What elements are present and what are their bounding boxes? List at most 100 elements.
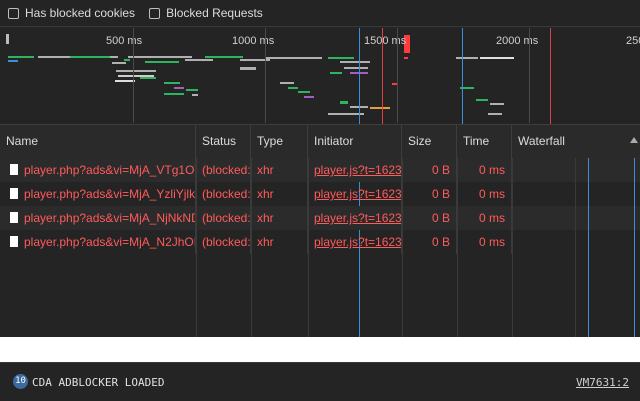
overview-bar (38, 56, 74, 58)
table-row[interactable]: player.php?ads&vi=MjA_YzliYjlkM... (bloc… (0, 182, 640, 206)
column-waterfall-label: Waterfall (518, 134, 565, 148)
column-name[interactable]: Name (0, 125, 196, 158)
request-time: 0 ms (457, 230, 512, 254)
column-divider (196, 158, 197, 337)
column-divider (308, 158, 309, 337)
overview-bar (124, 59, 130, 61)
column-type[interactable]: Type (251, 125, 308, 158)
request-initiator-link[interactable]: player.js?t=1623... (308, 158, 402, 182)
waterfall-dom-line (588, 158, 589, 337)
request-size: 0 B (402, 182, 457, 206)
tick-1000ms: 1000 ms (232, 35, 275, 47)
request-size: 0 B (402, 158, 457, 182)
column-divider (512, 158, 513, 337)
column-divider (457, 158, 458, 337)
overview-bar (6, 34, 9, 44)
request-type: xhr (251, 158, 308, 182)
table-row[interactable]: player.php?ads&vi=MjA_NjNkNDg... (blocke… (0, 206, 640, 230)
checkbox-icon (149, 7, 161, 19)
request-time: 0 ms (457, 158, 512, 182)
request-name: player.php?ads&vi=MjA_YzliYjlkM... (24, 187, 196, 201)
timeline-overview[interactable]: 500 ms 1000 ms 1500 ms 2000 ms 250 (0, 27, 640, 123)
overview-bar (456, 57, 478, 59)
overview-bar (164, 93, 184, 95)
overview-bar (280, 82, 294, 84)
request-size: 0 B (402, 206, 457, 230)
overview-bar (140, 77, 156, 79)
overview-bar (145, 61, 179, 63)
request-time: 0 ms (457, 206, 512, 230)
request-name-cell: player.php?ads&vi=MjA_NjNkNDg... (0, 206, 196, 230)
document-icon (10, 164, 18, 175)
has-blocked-cookies-checkbox[interactable]: Has blocked cookies (8, 6, 135, 20)
waterfall-dom-line (634, 158, 635, 337)
request-name: player.php?ads&vi=MjA_NjNkNDg... (24, 211, 195, 225)
overview-bar (115, 80, 135, 82)
column-waterfall[interactable]: Waterfall (512, 125, 640, 158)
load-event-line (550, 28, 551, 124)
tick-line (397, 28, 398, 123)
overview-bar (328, 57, 354, 59)
overview-bar (110, 56, 118, 58)
tick-line (265, 28, 266, 123)
request-initiator-link[interactable]: player.js?t=1623... (308, 230, 402, 254)
overview-bar (70, 56, 110, 58)
load-event-line (382, 28, 383, 124)
request-type: xhr (251, 182, 308, 206)
request-initiator-link[interactable]: player.js?t=1623... (308, 206, 402, 230)
overview-bar (370, 107, 390, 109)
overview-bar (128, 56, 192, 58)
tick-1500ms: 1500 ms (364, 35, 407, 47)
overview-bar (8, 60, 18, 62)
console-source-link[interactable]: VM7631:2 (576, 376, 629, 389)
overview-bar (164, 82, 180, 84)
overview-bar (116, 70, 156, 72)
console-message: CDA ADBLOCKER LOADED (32, 376, 165, 389)
table-row[interactable]: player.php?ads&vi=MjA_VTg1OTM... (blocke… (0, 158, 640, 182)
dom-content-loaded-line (462, 28, 463, 124)
request-status: (blocked:... (196, 158, 251, 182)
request-size: 0 B (402, 230, 457, 254)
request-name-cell: player.php?ads&vi=MjA_YzliYjlkM... (0, 182, 196, 206)
sort-ascending-icon (630, 137, 638, 143)
column-initiator[interactable]: Initiator (308, 125, 402, 158)
table-row[interactable]: player.php?ads&vi=MjA_N2JhODc... (blocke… (0, 230, 640, 254)
blocked-requests-label: Blocked Requests (166, 6, 263, 20)
overview-bar (192, 94, 198, 96)
request-status: (blocked:... (196, 206, 251, 230)
overview-bar (288, 87, 298, 89)
column-status[interactable]: Status (196, 125, 251, 158)
document-icon (10, 236, 18, 247)
overview-bar (340, 61, 370, 63)
request-name-cell: player.php?ads&vi=MjA_VTg1OTM... (0, 158, 196, 182)
column-divider (402, 158, 403, 337)
request-status: (blocked:... (196, 182, 251, 206)
column-size[interactable]: Size (402, 125, 457, 158)
overview-bar (480, 57, 514, 59)
overview-bar (304, 96, 314, 98)
request-type: xhr (251, 206, 308, 230)
filter-bar: Has blocked cookies Blocked Requests (0, 0, 640, 27)
timeline-overview-bars (6, 34, 514, 115)
waterfall-gridline (575, 158, 576, 337)
overview-bar (8, 56, 34, 58)
request-initiator-link[interactable]: player.js?t=1623... (308, 182, 402, 206)
overview-bar (185, 59, 213, 61)
overview-bar (476, 99, 488, 101)
console-message-bar: 10 CDA ADBLOCKER LOADED VM7631:2 (0, 362, 640, 401)
tick-line (529, 28, 530, 123)
overview-bar (118, 75, 154, 77)
blocked-requests-checkbox[interactable]: Blocked Requests (149, 6, 263, 20)
overview-bar (298, 91, 310, 93)
document-icon (10, 188, 18, 199)
request-time: 0 ms (457, 182, 512, 206)
column-time[interactable]: Time (457, 125, 512, 158)
checkbox-icon (8, 7, 19, 19)
overview-bar (490, 103, 504, 105)
overview-bar (266, 57, 322, 59)
request-name: player.php?ads&vi=MjA_VTg1OTM... (24, 163, 195, 177)
overview-bar (205, 56, 243, 58)
overview-bar (344, 67, 368, 69)
request-name: player.php?ads&vi=MjA_N2JhODc... (24, 235, 195, 249)
request-table-header: Name Status Type Initiator Size Time Wat… (0, 124, 640, 159)
